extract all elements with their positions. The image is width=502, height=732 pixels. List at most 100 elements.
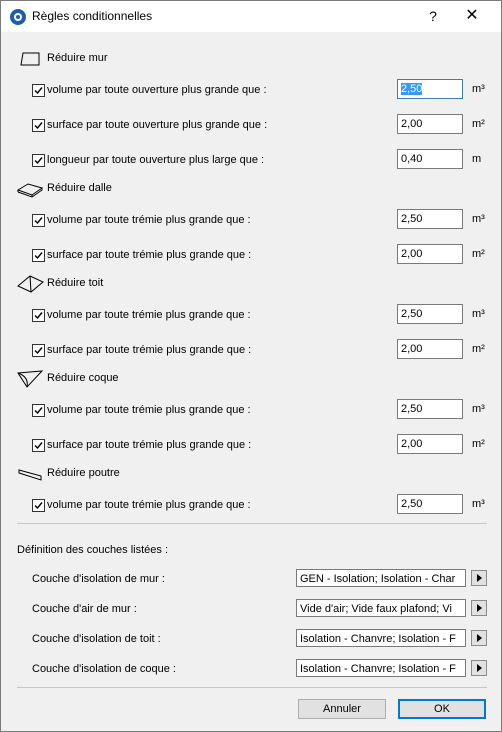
layer-picker-arrow-icon[interactable] <box>471 600 487 616</box>
rule-checkbox[interactable] <box>32 154 45 167</box>
rule-label: volume par toute trémie plus grande que … <box>47 499 251 511</box>
threshold-input[interactable]: 2,50 <box>397 209 463 229</box>
threshold-value: 2,00 <box>401 248 423 260</box>
layer-selector[interactable]: GEN - Isolation; Isolation - Char <box>296 569 466 587</box>
layer-row: Couche d'air de mur : Vide d'air; Vide fa… <box>1 599 501 619</box>
layer-selector[interactable]: Isolation - Chanvre; Isolation - F <box>296 629 466 647</box>
rule-label: longueur par toute ouverture plus large … <box>47 154 265 166</box>
threshold-input[interactable]: 2,50 <box>397 79 463 99</box>
rule-label: surface par toute trémie plus grande que… <box>47 249 252 261</box>
unit-label: m³ <box>472 308 485 320</box>
threshold-input[interactable]: 2,50 <box>397 304 463 324</box>
rule-row: volume par toute trémie plus grande que … <box>1 494 501 518</box>
threshold-input[interactable]: 2,00 <box>397 339 463 359</box>
unit-label: m <box>472 153 482 165</box>
layer-label: Couche d'air de mur : <box>32 603 137 615</box>
unit-label: m³ <box>472 213 485 225</box>
window-title: Règles conditionnelles <box>32 9 153 23</box>
rule-row: surface par toute trémie plus grande que… <box>1 339 501 363</box>
layer-row: Couche d'isolation de mur : GEN - Isolati… <box>1 569 501 589</box>
rule-checkbox[interactable] <box>32 214 45 227</box>
rule-checkbox[interactable] <box>32 439 45 452</box>
rule-row: surface par toute trémie plus grande que… <box>1 244 501 268</box>
divider <box>17 687 487 688</box>
section-label: Réduire toit <box>47 277 104 289</box>
rule-row: volume par toute ouverture plus grande q… <box>1 79 501 103</box>
section-label: Réduire poutre <box>47 467 120 479</box>
cancel-button[interactable]: Annuler <box>298 699 386 719</box>
help-button[interactable]: ? <box>422 6 444 26</box>
unit-label: m² <box>472 343 485 355</box>
rule-checkbox[interactable] <box>32 119 45 132</box>
section-wall: Réduire mur <box>1 49 501 69</box>
threshold-value: 2,00 <box>401 118 423 130</box>
title-bar: Règles conditionnelles ? ✕ <box>1 1 501 32</box>
threshold-value: 2,50 <box>401 403 423 415</box>
shell-icon <box>15 369 44 389</box>
rule-checkbox[interactable] <box>32 84 45 97</box>
rule-row: longueur par toute ouverture plus large … <box>1 149 501 173</box>
threshold-input[interactable]: 2,00 <box>397 244 463 264</box>
threshold-input[interactable]: 2,50 <box>397 494 463 514</box>
layer-picker-arrow-icon[interactable] <box>471 630 487 646</box>
rule-label: surface par toute trémie plus grande que… <box>47 439 252 451</box>
rule-row: volume par toute trémie plus grande que … <box>1 304 501 328</box>
unit-label: m³ <box>472 498 485 510</box>
layer-label: Couche d'isolation de coque : <box>32 663 176 675</box>
conditional-rules-dialog: Règles conditionnelles ? ✕ Réduire mur vo… <box>0 0 502 732</box>
layer-picker-arrow-icon[interactable] <box>471 660 487 676</box>
section-label: Réduire dalle <box>47 182 112 194</box>
unit-label: m² <box>472 438 485 450</box>
layer-selector[interactable]: Vide d'air; Vide faux plafond; Vi <box>296 599 466 617</box>
rule-row: volume par toute trémie plus grande que … <box>1 399 501 423</box>
threshold-input[interactable]: 0,40 <box>397 149 463 169</box>
beam-icon <box>15 464 43 484</box>
rule-label: volume par toute ouverture plus grande q… <box>47 84 267 96</box>
section-label: Réduire mur <box>47 52 108 64</box>
rule-checkbox[interactable] <box>32 499 45 512</box>
roof-icon <box>15 274 44 294</box>
rule-checkbox[interactable] <box>32 309 45 322</box>
divider <box>17 523 487 524</box>
threshold-value: 0,40 <box>401 153 423 165</box>
archicad-app-icon <box>10 9 26 25</box>
threshold-input[interactable]: 2,00 <box>397 434 463 454</box>
unit-label: m³ <box>472 403 485 415</box>
section-beam: Réduire poutre <box>1 464 501 484</box>
rule-checkbox[interactable] <box>32 404 45 417</box>
threshold-value: 2,00 <box>401 343 423 355</box>
rule-label: surface par toute trémie plus grande que… <box>47 344 252 356</box>
unit-label: m² <box>472 248 485 260</box>
threshold-input[interactable]: 2,00 <box>397 114 463 134</box>
unit-label: m² <box>472 118 485 130</box>
layer-label: Couche d'isolation de mur : <box>32 573 165 585</box>
section-shell: Réduire coque <box>1 369 501 389</box>
rule-checkbox[interactable] <box>32 344 45 357</box>
section-label: Réduire coque <box>47 372 119 384</box>
layer-definition-title: Définition des couches listées : <box>17 544 169 556</box>
slab-icon <box>15 179 44 199</box>
threshold-value: 2,50 <box>401 498 423 510</box>
threshold-value: 2,50 <box>401 308 423 320</box>
layer-label: Couche d'isolation de toit : <box>32 633 161 645</box>
layer-row: Couche d'isolation de toit : Isolation - … <box>1 629 501 649</box>
threshold-value: 2,50 <box>401 213 423 225</box>
layer-picker-arrow-icon[interactable] <box>471 570 487 586</box>
rule-label: volume par toute trémie plus grande que … <box>47 214 251 226</box>
rule-label: volume par toute trémie plus grande que … <box>47 404 251 416</box>
ok-button[interactable]: OK <box>398 699 486 719</box>
rule-label: volume par toute trémie plus grande que … <box>47 309 251 321</box>
layer-selector[interactable]: Isolation - Chanvre; Isolation - F <box>296 659 466 677</box>
close-button[interactable]: ✕ <box>460 6 484 26</box>
threshold-input[interactable]: 2,50 <box>397 399 463 419</box>
threshold-value: 2,00 <box>401 438 423 450</box>
wall-icon <box>15 49 43 69</box>
section-slab: Réduire dalle <box>1 179 501 199</box>
rule-checkbox[interactable] <box>32 249 45 262</box>
section-roof: Réduire toit <box>1 274 501 294</box>
unit-label: m³ <box>472 83 485 95</box>
rule-row: volume par toute trémie plus grande que … <box>1 209 501 233</box>
rule-label: surface par toute ouverture plus grande … <box>47 119 268 131</box>
rule-row: surface par toute ouverture plus grande … <box>1 114 501 138</box>
layer-row: Couche d'isolation de coque : Isolation -… <box>1 659 501 679</box>
